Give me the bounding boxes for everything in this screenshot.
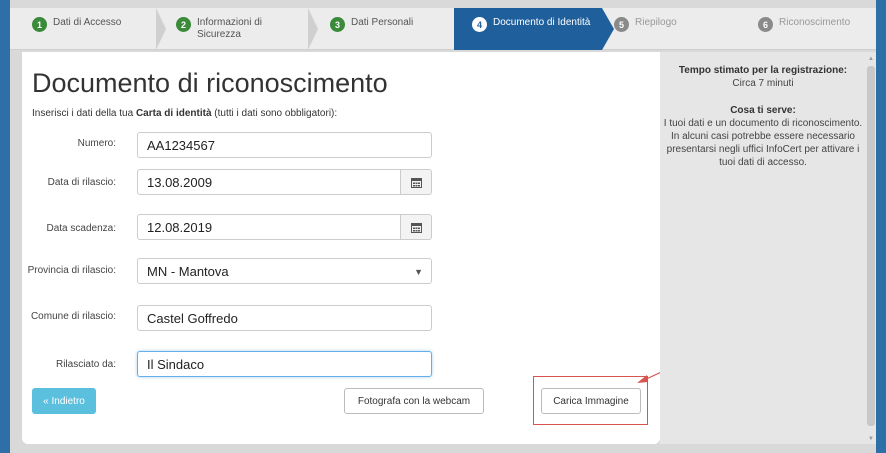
step-number-badge: 1 — [32, 17, 47, 32]
step-label: Riepilogo — [635, 17, 677, 28]
provincia-select[interactable]: MN - Mantova ▼ — [137, 258, 432, 284]
comune-label: Comune di rilascio: — [30, 311, 116, 322]
step-number-badge: 5 — [614, 17, 629, 32]
data-scadenza-label: Data scadenza: — [46, 223, 117, 234]
step-riepilogo[interactable]: 5 Riepilogo — [614, 8, 744, 50]
back-button[interactable]: « Indietro — [32, 388, 96, 414]
intro-text: Inserisci i dati della tua — [32, 108, 136, 119]
requirements-title: Cosa ti serve: — [730, 105, 796, 116]
step-informazioni-sicurezza[interactable]: 2 Informazioni di Sicurezza — [168, 8, 308, 50]
step-label: Documento di Identità — [493, 17, 591, 28]
step-label: Dati Personali — [351, 17, 414, 28]
step-label: Dati di Accesso — [53, 17, 122, 28]
step-separator — [308, 8, 318, 50]
calendar-icon — [410, 177, 422, 188]
numero-label: Numero: — [77, 138, 116, 149]
scroll-up-icon[interactable]: ▲ — [868, 56, 874, 62]
step-number-badge: 4 — [472, 17, 487, 32]
step-dati-accesso[interactable]: 1 Dati di Accesso — [10, 8, 158, 50]
step-number-badge: 2 — [176, 17, 191, 32]
step-active-arrow — [602, 8, 614, 50]
rilasciato-label: Rilasciato da: — [55, 359, 116, 370]
document-form-panel: Documento di riconoscimento Inserisci i … — [22, 52, 660, 444]
data-rilascio-calendar-button[interactable] — [401, 169, 432, 195]
data-rilascio-label: Data di rilascio: — [47, 177, 116, 188]
sidebar-info: Tempo stimato per la registrazione: Circ… — [660, 64, 866, 169]
scrollbar-thumb[interactable] — [867, 66, 875, 426]
time-estimate-value: Circa 7 minuti — [732, 78, 794, 89]
data-scadenza-input[interactable]: 12.08.2019 — [137, 214, 401, 240]
intro-document-type: Carta di identità — [135, 108, 212, 119]
webcam-photo-button[interactable]: Fotografa con la webcam — [344, 388, 484, 414]
step-separator — [156, 8, 166, 50]
scroll-down-icon[interactable]: ▼ — [868, 436, 874, 442]
step-number-badge: 6 — [758, 17, 773, 32]
provincia-selected-value: MN - Mantova — [147, 263, 229, 279]
step-dati-personali[interactable]: 3 Dati Personali — [320, 8, 454, 50]
calendar-icon — [410, 222, 422, 233]
step-label: Informazioni di Sicurezza — [197, 17, 263, 40]
info-sidebar: Tempo stimato per la registrazione: Circ… — [660, 52, 876, 444]
comune-input[interactable]: Castel Goffredo — [137, 305, 432, 331]
step-number-badge: 3 — [330, 17, 345, 32]
step-label: Riconoscimento — [779, 17, 851, 28]
time-estimate-title: Tempo stimato per la registrazione: — [678, 65, 848, 76]
provincia-label: Provincia di rilascio: — [27, 265, 116, 276]
registration-stepper: 1 Dati di Accesso 2 Informazioni di Sicu… — [10, 8, 876, 50]
data-rilascio-input[interactable]: 13.08.2009 — [137, 169, 401, 195]
form-intro: Inserisci i dati della tua Carta di iden… — [32, 108, 337, 119]
step-documento-identita[interactable]: 4 Documento di Identità — [454, 8, 602, 50]
step-riconoscimento[interactable]: 6 Riconoscimento — [750, 8, 876, 50]
numero-input[interactable]: AA1234567 — [137, 132, 432, 158]
intro-text-suffix: (tutti i dati sono obbligatori): — [211, 108, 338, 119]
requirements-text: I tuoi dati e un documento di riconoscim… — [663, 118, 863, 168]
rilasciato-input[interactable]: Il Sindaco — [137, 351, 432, 377]
page-title: Documento di riconoscimento — [32, 68, 388, 98]
data-scadenza-calendar-button[interactable] — [401, 214, 432, 240]
dropdown-arrow-icon: ▼ — [414, 267, 423, 277]
